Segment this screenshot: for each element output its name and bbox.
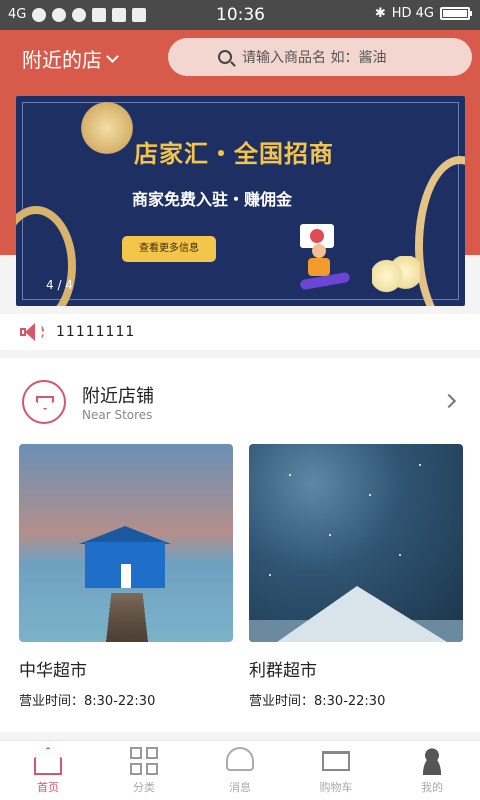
bell-icon (226, 747, 254, 771)
store-image (19, 444, 233, 642)
more-info-button[interactable]: 查看更多信息 (122, 236, 216, 262)
store-name: 利群超市 (249, 661, 317, 681)
banner-page-indicator: 4 / 4 (46, 278, 73, 292)
banner-subtitle: 商家免费入驻・赚佣金 (132, 190, 293, 209)
check-icon (52, 7, 67, 22)
flower-decoration (372, 256, 420, 296)
notice-bar[interactable]: 11111111 (0, 314, 480, 350)
gold-bow-icon (72, 98, 142, 158)
tab-messages[interactable]: 消息 (192, 741, 288, 800)
status-bar: 4G 10:36 ✱ HD 4G (0, 0, 480, 30)
speaker-icon (20, 322, 44, 342)
location-label: 附近的店 (22, 48, 102, 72)
status-time: 10:36 (216, 5, 265, 25)
chevron-right-icon[interactable] (441, 393, 457, 409)
battery-icon (440, 7, 472, 20)
store-image (249, 444, 463, 642)
tab-label: 首页 (37, 781, 59, 794)
status-left: 4G (8, 7, 147, 22)
section-title: 附近店铺 (82, 386, 154, 407)
tab-label: 分类 (133, 781, 155, 794)
running-person-illustration (299, 244, 351, 294)
tab-profile[interactable]: 我的 (384, 741, 480, 800)
tab-cart[interactable]: 购物车 (288, 741, 384, 800)
cart-icon (322, 751, 350, 771)
store-hours: 营业时间：8:30-22:30 (249, 694, 386, 709)
tab-home[interactable]: 首页 (0, 741, 96, 800)
nearby-stores-section: 附近店铺 Near Stores 中华超市 营业时间：8:30-22:30 利群… (0, 358, 480, 732)
user-icon (418, 747, 446, 775)
home-icon (34, 747, 62, 775)
search-placeholder: 请输入商品名 如：酱油 (242, 50, 387, 66)
store-hours: 营业时间：8:30-22:30 (19, 694, 156, 709)
network-label: 4G (8, 7, 27, 22)
section-subtitle: Near Stores (82, 408, 153, 422)
mail-icon (92, 7, 107, 22)
tab-label: 购物车 (319, 781, 353, 794)
location-selector[interactable]: 附近的店 (22, 44, 119, 73)
app-screen: 4G 10:36 ✱ HD 4G 附近的店 请输入商品名 如：酱油 店家汇・全国… (0, 0, 480, 800)
promo-banner[interactable]: 店家汇・全国招商 商家免费入驻・赚佣金 查看更多信息 4 / 4 (16, 96, 465, 306)
tab-category[interactable]: 分类 (96, 741, 192, 800)
signal-label: HD 4G (391, 6, 434, 21)
weibo-icon (72, 7, 87, 22)
search-input[interactable]: 请输入商品名 如：酱油 (168, 38, 472, 76)
bluetooth-icon: ✱ (374, 6, 386, 21)
tab-label: 消息 (229, 781, 251, 794)
search-icon (218, 50, 232, 64)
volume-icon (132, 7, 147, 22)
banner-title: 店家汇・全国招商 (134, 140, 334, 168)
store-card[interactable]: 利群超市 营业时间：8:30-22:30 (249, 444, 463, 709)
tab-label: 我的 (421, 781, 443, 794)
diamond-icon (22, 380, 66, 424)
grid-icon (130, 747, 158, 775)
status-right: ✱ HD 4G (374, 6, 472, 21)
app-notification-icon (32, 7, 47, 22)
store-name: 中华超市 (19, 661, 87, 681)
bottom-tab-bar: 首页 分类 消息 购物车 我的 (0, 740, 480, 800)
store-card[interactable]: 中华超市 营业时间：8:30-22:30 (19, 444, 233, 709)
chevron-down-icon (106, 50, 119, 63)
image-icon (112, 7, 127, 22)
notice-text: 11111111 (56, 324, 136, 340)
